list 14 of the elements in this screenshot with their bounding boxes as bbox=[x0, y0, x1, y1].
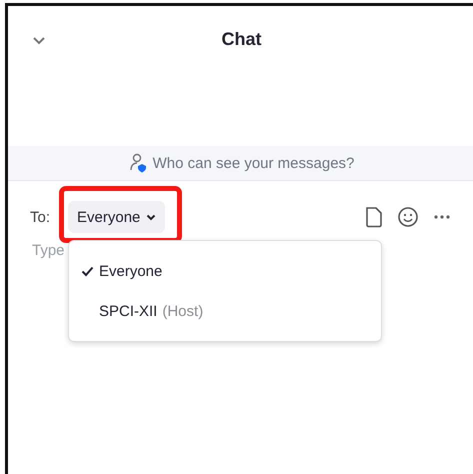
collapse-chevron-icon[interactable] bbox=[32, 36, 46, 46]
to-label: To: bbox=[30, 208, 50, 226]
role-label: (Host) bbox=[162, 302, 204, 320]
caret-icon bbox=[146, 214, 156, 220]
more-icon[interactable] bbox=[433, 214, 451, 220]
recipient-name: SPCI-XII bbox=[99, 302, 158, 320]
emoji-icon[interactable] bbox=[397, 206, 419, 228]
file-icon[interactable] bbox=[365, 206, 383, 228]
chat-title: Chat bbox=[222, 29, 262, 50]
recipient-option[interactable]: SPCI-XII (Host) bbox=[69, 291, 381, 331]
recipient-dropdown[interactable]: Everyone bbox=[68, 201, 166, 233]
privacy-banner[interactable]: Who can see your messages? bbox=[8, 146, 473, 181]
privacy-banner-text: Who can see your messages? bbox=[152, 154, 354, 172]
person-shield-icon bbox=[128, 153, 149, 173]
